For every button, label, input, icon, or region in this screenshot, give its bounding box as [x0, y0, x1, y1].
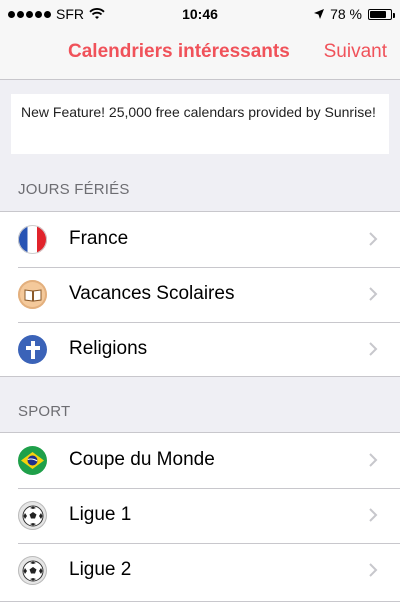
section-header-sport: SPORT: [18, 403, 71, 420]
chevron-right-icon: [369, 287, 378, 301]
list-item-label: Ligue 2: [69, 559, 132, 580]
new-feature-banner: New Feature! 25,000 free calendars provi…: [11, 94, 389, 154]
book-icon: [18, 280, 47, 309]
brazil-flag-icon: [18, 446, 47, 475]
page-title: Calendriers intéressants: [68, 41, 290, 62]
navigation-bar: Calendriers intéressants Suivant: [0, 28, 400, 80]
chevron-right-icon: [369, 563, 378, 577]
next-button[interactable]: Suivant: [324, 41, 387, 63]
status-right: 78 %: [314, 6, 395, 22]
list-item-label: Vacances Scolaires: [69, 283, 235, 304]
list-item-france[interactable]: France: [0, 212, 400, 267]
france-flag-icon: [18, 225, 47, 254]
battery-icon: [368, 8, 395, 20]
list-item-vacances-scolaires[interactable]: Vacances Scolaires: [0, 267, 400, 322]
list-item-label: Ligue 1: [69, 504, 132, 525]
section-header-holidays: JOURS FÉRIÉS: [18, 181, 130, 198]
list-item-religions[interactable]: Religions: [0, 322, 400, 377]
sport-list: Coupe du Monde Ligue 1 Ligue 2: [0, 432, 400, 602]
soccer-ball-icon: [18, 501, 47, 530]
list-item-coupe-du-monde[interactable]: Coupe du Monde: [0, 433, 400, 488]
list-item-label: Religions: [69, 338, 148, 359]
holidays-list: France Vacances Scolaires Religions: [0, 211, 400, 377]
chevron-right-icon: [369, 453, 378, 467]
chevron-right-icon: [369, 508, 378, 522]
battery-percent: 78 %: [330, 6, 362, 22]
location-arrow-icon: [314, 9, 325, 19]
list-item-label: France: [69, 228, 129, 249]
chevron-right-icon: [369, 342, 378, 356]
chevron-right-icon: [369, 232, 378, 246]
status-bar: SFR 10:46 78 %: [0, 0, 400, 28]
cross-icon: [18, 335, 47, 364]
list-item-ligue-2[interactable]: Ligue 2: [0, 543, 400, 598]
list-item-ligue-1[interactable]: Ligue 1: [0, 488, 400, 543]
soccer-ball-icon: [18, 556, 47, 585]
list-item-label: Coupe du Monde: [69, 449, 215, 470]
